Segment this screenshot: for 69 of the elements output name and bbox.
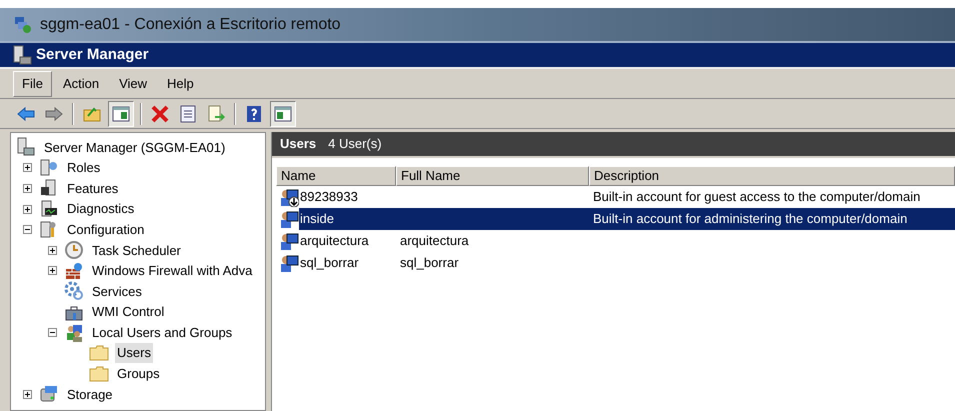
collapse-button[interactable] <box>48 328 57 338</box>
plus-icon <box>49 246 56 254</box>
diagnostics-icon <box>39 199 59 220</box>
table-cell: arquitectura <box>400 233 469 248</box>
export-icon <box>206 104 226 124</box>
roles-icon <box>39 158 59 178</box>
users-icon <box>64 322 84 343</box>
tree-item[interactable]: Configuration <box>65 220 146 240</box>
plus-icon <box>24 184 31 192</box>
user-count: 4 User(s) <box>328 135 382 154</box>
server-icon <box>16 137 36 158</box>
tree-item[interactable]: Windows Firewall with Adva <box>90 261 254 281</box>
action-pane-toggle-button[interactable] <box>270 100 296 126</box>
user-row[interactable]: sql_borrar sql_borrar <box>299 252 955 274</box>
help-icon <box>244 104 264 124</box>
expand-button[interactable] <box>23 204 32 214</box>
tree-item[interactable]: Roles <box>65 158 102 178</box>
plus-icon <box>24 164 31 172</box>
gear-icon <box>64 281 84 302</box>
clock-icon <box>64 240 84 260</box>
window-title: Server Manager <box>36 44 149 65</box>
folder-icon <box>89 364 109 384</box>
delete-icon <box>150 104 170 124</box>
expand-button[interactable] <box>48 266 57 276</box>
storage-icon <box>39 384 59 404</box>
tree-item[interactable]: Server Manager (SGGM-EA01) <box>42 138 228 158</box>
table-cell: Built-in account for guest access to the computer/domain <box>593 189 920 204</box>
panel-title: Users <box>280 135 316 154</box>
tree-item[interactable]: Services <box>90 282 144 302</box>
expand-button[interactable] <box>23 390 32 399</box>
collapse-button[interactable] <box>23 225 32 234</box>
folder-icon <box>89 343 109 364</box>
table-cell: arquitectura <box>300 233 369 248</box>
column-header[interactable]: Description <box>589 166 955 186</box>
tree-item[interactable]: Features <box>65 178 120 198</box>
expand-button[interactable] <box>48 246 57 255</box>
action-pane-toggle-icon <box>273 104 293 124</box>
column-header[interactable]: Name <box>276 166 396 186</box>
expand-button[interactable] <box>23 184 32 193</box>
tree-item[interactable]: Task Scheduler <box>90 240 183 260</box>
tree-toggle-button[interactable] <box>108 100 134 126</box>
menu-item[interactable]: Action <box>54 70 108 96</box>
user-row[interactable]: arquitectura arquitectura <box>299 230 955 252</box>
expand-button[interactable] <box>23 163 32 172</box>
tree-item[interactable]: Local Users and Groups <box>90 322 234 342</box>
menu-item[interactable]: View <box>110 70 156 96</box>
table-cell: sql_borrar <box>400 255 459 270</box>
remote-desktop-icon <box>14 16 32 34</box>
firewall-icon <box>64 260 84 281</box>
menu-item[interactable]: File <box>13 70 52 96</box>
table-cell: inside <box>300 211 334 226</box>
plus-icon <box>24 390 31 398</box>
tree-item[interactable]: WMI Control <box>90 302 166 322</box>
tree-item[interactable]: Groups <box>115 364 162 384</box>
plus-icon <box>24 206 31 213</box>
tree-item[interactable]: Diagnostics <box>65 199 136 219</box>
tree-toggle-icon <box>111 104 131 124</box>
table-cell: 89238933 <box>300 189 358 204</box>
plus-icon <box>49 267 56 274</box>
properties-icon <box>178 104 198 124</box>
user-row[interactable]: inside Built-in account for administering the computer/domain <box>299 208 955 230</box>
tree-item[interactable]: Users <box>115 343 153 363</box>
table-cell: sql_borrar <box>300 255 359 270</box>
column-header[interactable]: Full Name <box>396 166 589 186</box>
server-icon <box>12 45 32 65</box>
window-title: sggm-ea01 - Conexión a Escritorio remoto <box>40 14 341 34</box>
menu-item[interactable]: Help <box>158 70 203 96</box>
table-cell: Built-in account for administering the computer/domain <box>593 211 908 226</box>
tree-item[interactable]: Storage <box>65 384 115 404</box>
